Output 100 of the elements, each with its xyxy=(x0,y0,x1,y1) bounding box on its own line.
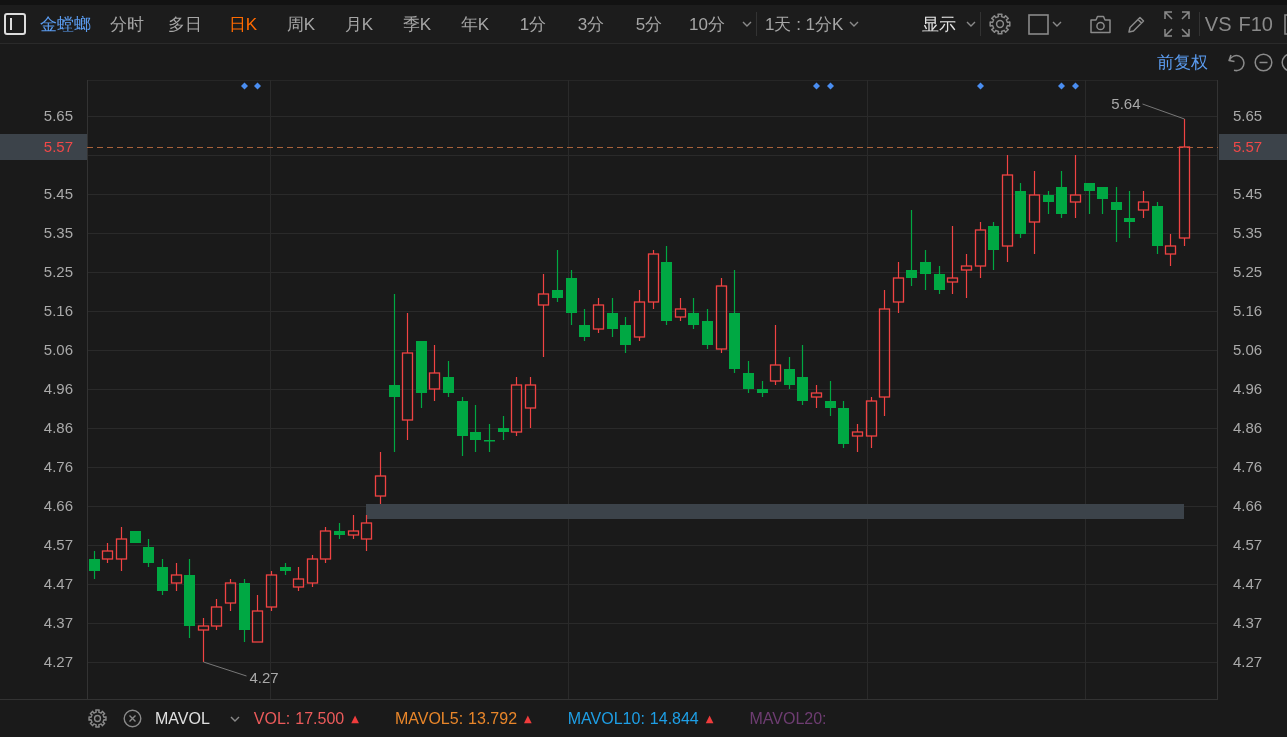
zoom-out-icon[interactable] xyxy=(1254,52,1273,72)
candle xyxy=(130,530,141,544)
candle xyxy=(592,297,605,334)
candle xyxy=(743,360,754,394)
indicator-dropdown[interactable]: MAVOL xyxy=(155,709,210,728)
period-tab[interactable]: 周K xyxy=(272,12,330,36)
period-tab[interactable]: 1分 xyxy=(504,12,562,36)
candle xyxy=(524,376,537,429)
price-axis-label: 4.37 xyxy=(43,614,73,632)
interval-dropdown[interactable]: 1天 : 1分K xyxy=(765,12,860,36)
candle xyxy=(416,340,427,409)
candle xyxy=(620,316,631,354)
price-axis-label: 4.96 xyxy=(43,380,73,398)
candle xyxy=(797,344,808,406)
candle xyxy=(607,297,618,338)
candle xyxy=(838,400,849,449)
price-axis-label: 5.16 xyxy=(1233,302,1263,320)
indicator-value: 14.844 xyxy=(649,709,699,728)
candle xyxy=(566,269,577,326)
candle xyxy=(647,249,660,310)
candle xyxy=(210,598,223,631)
price-axis-label: 4.27 xyxy=(43,653,73,671)
fullscreen-icon[interactable] xyxy=(1163,11,1190,37)
indicator-label: VOL: xyxy=(253,709,291,728)
caret-icon xyxy=(849,21,860,27)
period-tab[interactable]: 分时 xyxy=(98,12,156,36)
candle xyxy=(470,404,481,453)
candle xyxy=(825,380,836,417)
candle xyxy=(457,396,468,457)
price-axis-label: 4.66 xyxy=(1233,497,1263,515)
candle xyxy=(674,297,687,322)
candle xyxy=(974,221,987,279)
candle xyxy=(251,594,264,643)
price-axis-label: 4.96 xyxy=(1233,380,1263,398)
candle xyxy=(633,289,646,342)
candle xyxy=(810,384,823,409)
price-axis-label: 5.25 xyxy=(1233,263,1263,281)
diamond-icon xyxy=(977,82,984,90)
candle xyxy=(688,297,699,330)
price-axis-label: 4.76 xyxy=(1233,458,1263,476)
period-tab[interactable]: 季K xyxy=(388,12,446,36)
f10-button[interactable]: F10 xyxy=(1238,12,1273,36)
settings-icon[interactable] xyxy=(88,709,107,728)
candle xyxy=(1124,190,1135,239)
price-axis-label: 4.47 xyxy=(1233,575,1263,593)
price-axis-label: 4.86 xyxy=(1233,419,1263,437)
candle xyxy=(1084,182,1095,215)
indicator-label: MAVOL10: xyxy=(567,709,645,728)
period-tab[interactable]: 月K xyxy=(330,12,388,36)
caret-icon[interactable] xyxy=(742,21,752,27)
price-axis-label: 4.27 xyxy=(1233,653,1263,671)
price-axis-label: 4.57 xyxy=(43,536,73,554)
pencil-icon[interactable] xyxy=(1126,14,1146,34)
candle xyxy=(1043,190,1054,215)
display-dropdown[interactable]: 显示 xyxy=(921,12,976,36)
price-axis-label: 5.35 xyxy=(43,224,73,242)
high-price-label: 5.64 xyxy=(1111,95,1141,112)
close-icon[interactable] xyxy=(123,709,142,728)
price-axis-label: 4.76 xyxy=(43,458,73,476)
panel-toggle-icon[interactable] xyxy=(4,13,26,35)
candle xyxy=(428,344,441,402)
indicator-value: 13.792 xyxy=(468,709,518,728)
stock-name-link[interactable]: 金螳螂 xyxy=(40,12,98,36)
period-tab[interactable]: 5分 xyxy=(620,12,678,36)
period-tab[interactable]: 多日 xyxy=(156,12,214,36)
current-price-label: 5.57 xyxy=(1219,134,1287,160)
candle xyxy=(306,554,319,588)
candle xyxy=(89,550,100,580)
compare-button[interactable]: VS xyxy=(1204,12,1232,36)
price-axis-label: 5.16 xyxy=(43,302,73,320)
camera-icon[interactable] xyxy=(1088,14,1112,34)
period-tab[interactable]: 3分 xyxy=(562,12,620,36)
candle xyxy=(1111,186,1122,243)
period-tab[interactable]: 年K xyxy=(446,12,504,36)
price-axis-label: 4.86 xyxy=(43,419,73,437)
price-axis-label: 5.45 xyxy=(1233,185,1263,203)
period-tab[interactable]: 10分 xyxy=(678,12,736,36)
candle xyxy=(552,249,563,303)
price-axis-label: 5.65 xyxy=(1233,107,1263,125)
candle xyxy=(1069,154,1082,219)
caret-icon[interactable] xyxy=(1051,21,1062,27)
adjustment-toggle[interactable]: 前复权 xyxy=(1157,50,1208,74)
candle xyxy=(157,558,168,596)
candle xyxy=(374,451,387,505)
trend-mark: ▲ xyxy=(524,713,532,724)
period-tab[interactable]: 日K xyxy=(214,12,272,36)
undo-icon[interactable] xyxy=(1226,52,1246,72)
settings-icon[interactable] xyxy=(988,13,1011,35)
caret-icon[interactable] xyxy=(229,715,240,722)
indicator-label: MAVOL20: xyxy=(749,709,827,728)
caret-icon xyxy=(965,21,976,27)
candle xyxy=(920,249,931,291)
candle xyxy=(579,308,590,342)
candle xyxy=(702,308,713,350)
candle xyxy=(319,526,332,564)
leader-line xyxy=(1142,103,1185,120)
candle xyxy=(443,360,454,398)
square-icon[interactable] xyxy=(1027,13,1049,35)
trend-mark: ▲ xyxy=(705,713,714,724)
price-axis-label: 5.25 xyxy=(43,263,73,281)
